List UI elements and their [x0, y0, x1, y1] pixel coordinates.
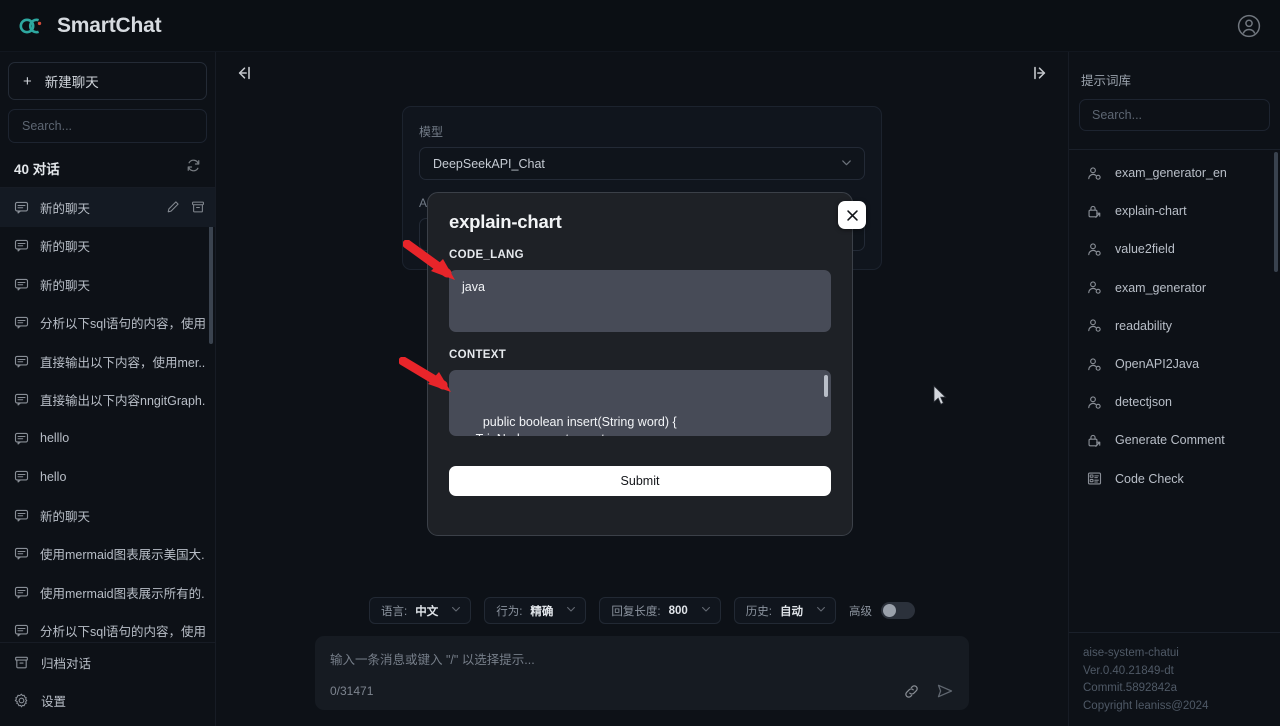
submit-button[interactable]: Submit	[449, 466, 831, 496]
code-lang-textarea[interactable]: java	[449, 270, 831, 332]
close-icon[interactable]	[838, 201, 866, 229]
submit-row: Submit	[449, 436, 831, 496]
context-textarea[interactable]: public boolean insert(String word) { Tri…	[449, 370, 831, 436]
code-lang-label: CODE_LANG	[449, 249, 524, 261]
context-label: CONTEXT	[449, 349, 507, 361]
app-root: SmartChat + 新建聊天 40 对话	[0, 0, 1280, 726]
prompt-parameters-modal: explain-chart CODE_LANG java CONTEXT pub…	[427, 192, 866, 536]
context-scrollbar[interactable]	[824, 375, 828, 397]
code-lang-value: java	[462, 280, 485, 294]
modal-title: explain-chart	[449, 211, 562, 232]
context-value: public boolean insert(String word) { Tri…	[476, 415, 677, 436]
